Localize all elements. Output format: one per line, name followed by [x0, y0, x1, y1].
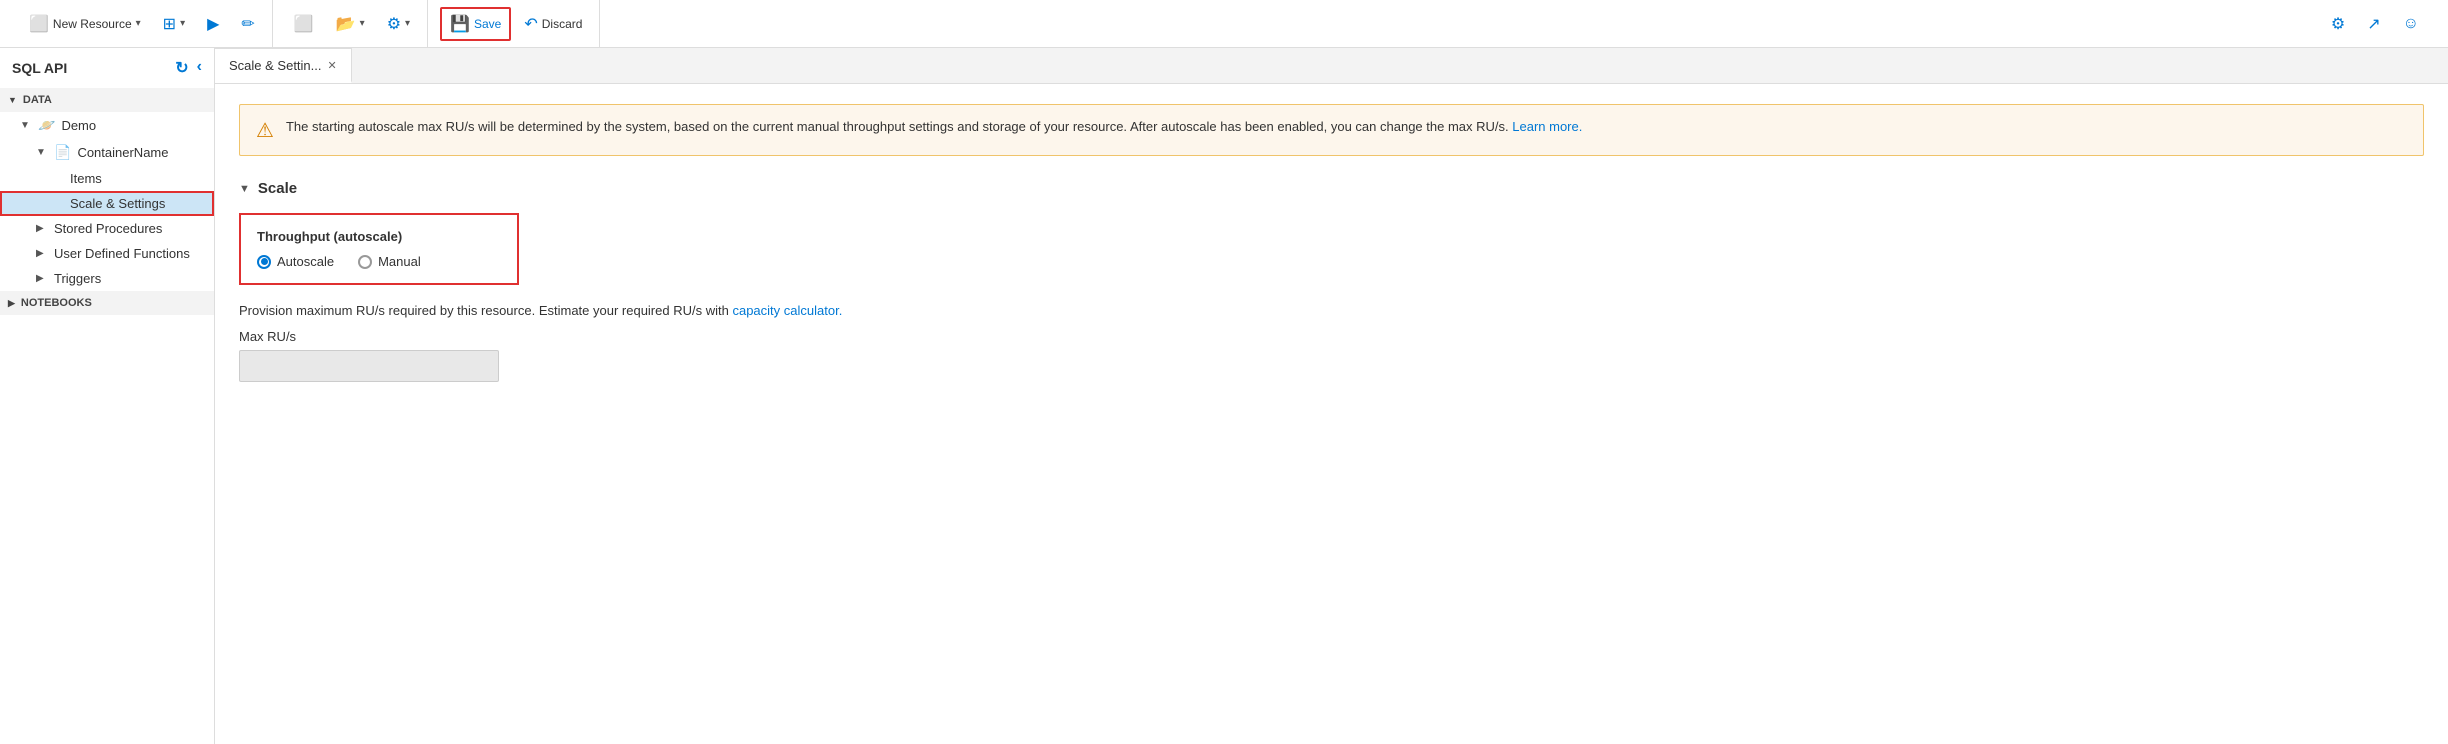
database-icon: 🪐	[38, 117, 55, 134]
manual-label: Manual	[378, 254, 421, 269]
container-icon: ⬜	[294, 14, 314, 34]
learn-more-link[interactable]: Learn more.	[1512, 119, 1582, 134]
smiley-button[interactable]: ☺	[2394, 9, 2428, 39]
sidebar-item-container[interactable]: ▼ 📄 ContainerName	[0, 139, 214, 166]
main-layout: SQL API ↻ ‹ ▼ DATA ▼ 🪐 Demo ▼ 📄 Containe…	[0, 48, 2448, 744]
open-query-icon: ⊞	[163, 14, 176, 34]
new-resource-button[interactable]: ⬜ New Resource ▾	[20, 8, 150, 40]
brush-button[interactable]: ✏	[232, 8, 263, 40]
terminal-icon: ▶	[207, 14, 219, 34]
demo-chevron: ▼	[20, 120, 32, 131]
stored-procedures-label: Stored Procedures	[54, 221, 206, 236]
sp-chevron: ▶	[36, 223, 48, 234]
content-area: Scale & Settin... ✕ ⚠ The starting autos…	[215, 48, 2448, 744]
global-gear-icon: ⚙	[2331, 14, 2345, 34]
sidebar-item-stored-procedures[interactable]: ▶ Stored Procedures	[0, 216, 214, 241]
sidebar-item-items[interactable]: Items	[0, 166, 214, 191]
alert-text: The starting autoscale max RU/s will be …	[286, 117, 1582, 137]
chevron-down-icon: ▾	[136, 18, 141, 29]
discard-button[interactable]: ↶ Discard	[515, 8, 591, 40]
toolbar-group-new: ⬜ New Resource ▾ ⊞ ▾ ▶ ✏	[12, 0, 273, 47]
notebooks-chevron: ▶	[8, 298, 15, 309]
scale-section-chevron: ▼	[239, 183, 250, 195]
max-rus-label: Max RU/s	[239, 329, 2424, 344]
chevron-down-icon2: ▾	[180, 18, 185, 29]
data-section-label: DATA	[23, 94, 52, 106]
container-label: ContainerName	[77, 145, 206, 160]
open-icon: 📂	[336, 14, 356, 34]
notebooks-section-label: NOTEBOOKS	[21, 297, 92, 309]
toolbar-group-container: ⬜ 📂 ▾ ⚙ ▾	[277, 0, 428, 47]
demo-label: Demo	[61, 118, 206, 133]
container-chevron: ▼	[36, 147, 48, 158]
sidebar-item-udf[interactable]: ▶ User Defined Functions	[0, 241, 214, 266]
open-button[interactable]: 📂 ▾	[327, 8, 374, 40]
sidebar-title: SQL API	[12, 60, 67, 76]
open-query-button[interactable]: ⊞ ▾	[154, 8, 194, 40]
alert-box: ⚠ The starting autoscale max RU/s will b…	[239, 104, 2424, 156]
autoscale-label: Autoscale	[277, 254, 334, 269]
new-container-button[interactable]: ⬜	[285, 8, 323, 40]
toolbar: ⬜ New Resource ▾ ⊞ ▾ ▶ ✏ ⬜ 📂 ▾ ⚙ ▾ 💾 S	[0, 0, 2448, 48]
brush-icon: ✏	[241, 14, 254, 34]
global-settings-button[interactable]: ⚙	[2322, 8, 2354, 40]
manual-radio[interactable]: Manual	[358, 254, 421, 269]
max-rus-input[interactable]	[239, 350, 499, 382]
items-label: Items	[70, 171, 206, 186]
triggers-label: Triggers	[54, 271, 206, 286]
tab-label: Scale & Settin...	[229, 58, 322, 73]
content-body: ⚠ The starting autoscale max RU/s will b…	[215, 84, 2448, 744]
sidebar-section-data[interactable]: ▼ DATA	[0, 88, 214, 112]
collapse-button[interactable]: ‹	[197, 58, 202, 78]
tabs-bar: Scale & Settin... ✕	[215, 48, 2448, 84]
new-resource-label: New Resource	[53, 17, 132, 31]
throughput-box: Throughput (autoscale) Autoscale Manual	[239, 213, 519, 285]
scale-section-label: Scale	[258, 180, 297, 197]
terminal-button[interactable]: ▶	[198, 8, 228, 40]
warning-icon: ⚠	[256, 118, 274, 143]
tab-close-icon[interactable]: ✕	[328, 59, 337, 72]
smiley-icon: ☺	[2403, 15, 2419, 33]
save-icon: 💾	[450, 14, 470, 34]
sidebar-header: SQL API ↻ ‹	[0, 48, 214, 88]
alert-message: The starting autoscale max RU/s will be …	[286, 119, 1509, 134]
udf-chevron: ▶	[36, 248, 48, 259]
toolbar-group-save: 💾 Save ↶ Discard	[432, 0, 600, 47]
chevron-down-icon4: ▾	[405, 18, 410, 29]
sidebar-item-triggers[interactable]: ▶ Triggers	[0, 266, 214, 291]
section-chevron-down: ▼	[8, 95, 17, 105]
capacity-calculator-link[interactable]: capacity calculator.	[732, 303, 842, 318]
autoscale-radio[interactable]: Autoscale	[257, 254, 334, 269]
provision-description: Provision maximum RU/s required by this …	[239, 303, 729, 318]
discard-icon: ↶	[524, 14, 537, 34]
discard-label: Discard	[542, 17, 583, 31]
throughput-radio-group: Autoscale Manual	[257, 254, 501, 269]
settings-gear-button[interactable]: ⚙ ▾	[378, 8, 419, 40]
chevron-down-icon3: ▾	[360, 18, 365, 29]
new-resource-icon: ⬜	[29, 14, 49, 34]
sidebar-section-notebooks[interactable]: ▶ NOTEBOOKS	[0, 291, 214, 315]
scale-section-header: ▼ Scale	[239, 180, 2424, 197]
refresh-button[interactable]: ↻	[175, 58, 188, 78]
udf-label: User Defined Functions	[54, 246, 206, 261]
external-link-icon: ↗	[2367, 14, 2380, 34]
sidebar: SQL API ↻ ‹ ▼ DATA ▼ 🪐 Demo ▼ 📄 Containe…	[0, 48, 215, 744]
tab-scale-settings[interactable]: Scale & Settin... ✕	[215, 48, 352, 83]
sidebar-header-actions: ↻ ‹	[175, 58, 202, 78]
external-link-button[interactable]: ↗	[2358, 8, 2389, 40]
container-tree-icon: 📄	[54, 144, 71, 161]
sidebar-item-scale-settings[interactable]: Scale & Settings	[0, 191, 214, 216]
triggers-chevron: ▶	[36, 273, 48, 284]
save-button[interactable]: 💾 Save	[440, 7, 511, 41]
throughput-title: Throughput (autoscale)	[257, 229, 501, 244]
toolbar-group-right: ⚙ ↗ ☺	[2314, 0, 2436, 47]
gear-icon: ⚙	[387, 14, 401, 34]
sidebar-item-demo[interactable]: ▼ 🪐 Demo	[0, 112, 214, 139]
scale-settings-label: Scale & Settings	[70, 196, 206, 211]
manual-radio-circle	[358, 255, 372, 269]
provision-text: Provision maximum RU/s required by this …	[239, 301, 2424, 321]
save-label: Save	[474, 17, 501, 31]
autoscale-radio-circle	[257, 255, 271, 269]
